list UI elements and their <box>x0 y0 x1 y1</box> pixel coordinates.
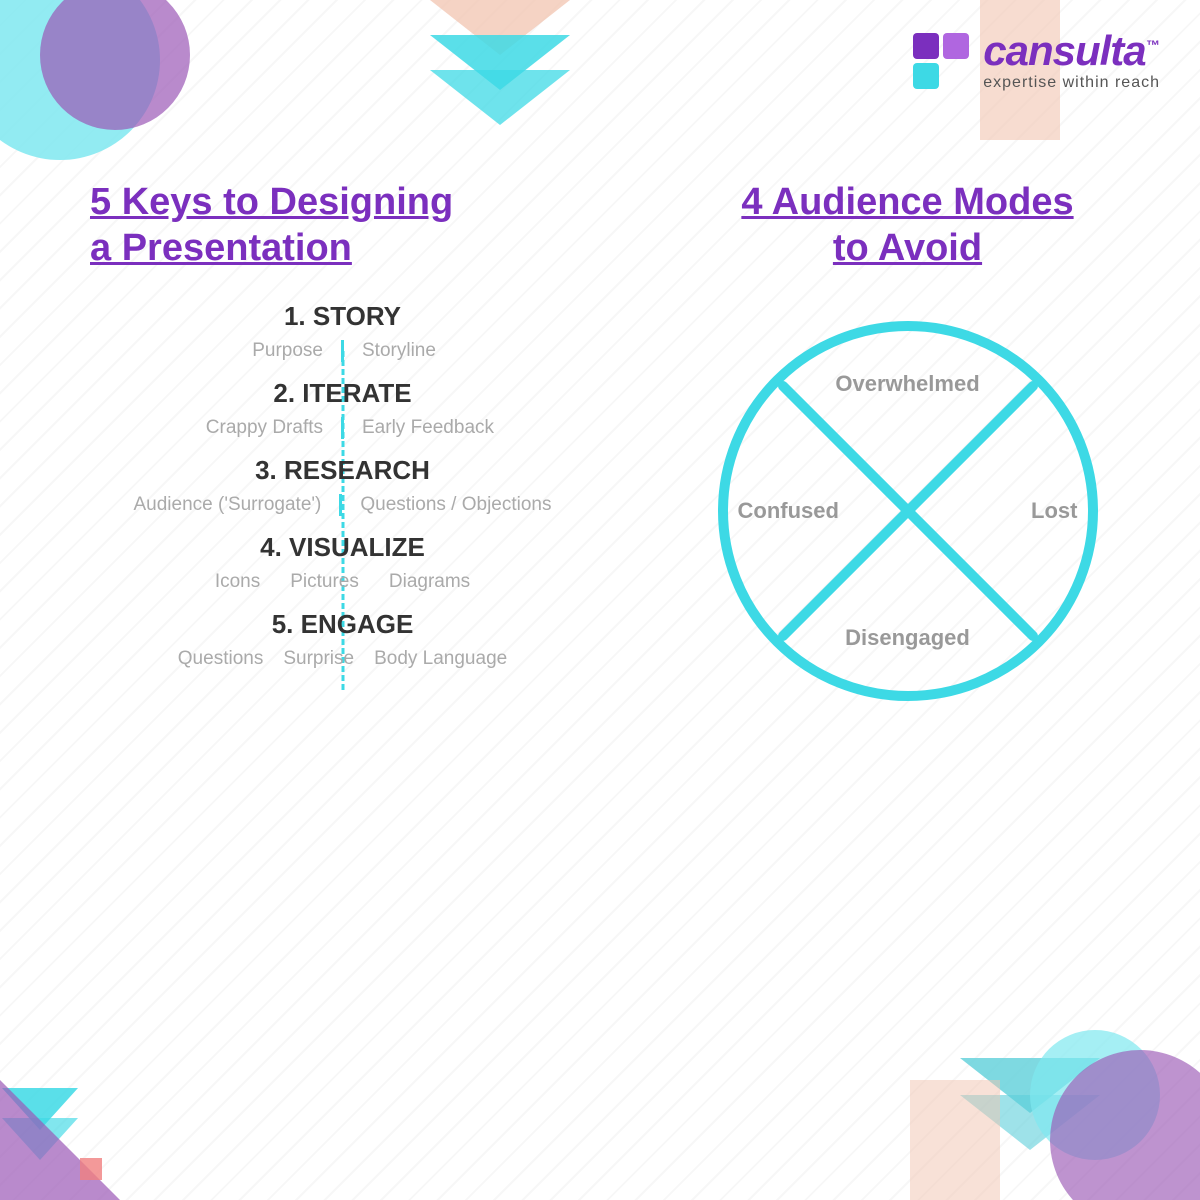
chevrons-bottom-left <box>0 1088 80 1160</box>
purple-circle-bottom-right <box>1050 1050 1200 1200</box>
key-item-4: 4. VISUALIZE Icons Pictures Diagrams <box>90 532 595 593</box>
right-title-line2: to Avoid <box>833 227 982 269</box>
key-5-title: 5. ENGAGE <box>90 609 595 640</box>
left-section-title: 5 Keys to Designing a Presentation <box>90 180 595 271</box>
logo-brand-name: cansulta™ <box>983 30 1160 72</box>
cyan-circle-bottom-right <box>1030 1030 1160 1160</box>
key-3-left: Audience ('Surrogate') <box>133 494 339 516</box>
circle-diagram: Overwhelmed Confused Lost Disengaged <box>718 321 1098 701</box>
key-3-sep <box>339 494 342 516</box>
key-4-icons: Icons <box>215 571 260 593</box>
mode-overwhelmed: Overwhelmed <box>835 371 979 397</box>
key-5-surprise: Surprise <box>283 648 354 670</box>
chevrons-top-center <box>420 0 580 125</box>
key-5-body-language: Body Language <box>374 648 507 670</box>
logo-sq-purple <box>913 33 939 59</box>
chevron-cyan-icon-2 <box>430 70 570 125</box>
key-4-sub: Icons Pictures Diagrams <box>90 571 595 593</box>
mode-lost: Lost <box>1031 498 1077 524</box>
mode-confused: Confused <box>738 498 839 524</box>
left-panel: 5 Keys to Designing a Presentation 1. ST… <box>0 180 615 701</box>
logo-sq-cyan <box>913 63 939 89</box>
key-1-title: 1. STORY <box>90 301 595 332</box>
key-item-2: 2. ITERATE Crappy Drafts Early Feedback <box>90 378 595 439</box>
logo-icon <box>913 33 969 89</box>
chevron-bl-cyan-1 <box>2 1088 78 1130</box>
key-2-title: 2. ITERATE <box>90 378 595 409</box>
key-2-right: Early Feedback <box>344 417 524 439</box>
chevron-bl-cyan-2 <box>2 1118 78 1160</box>
chevron-br-cyan-2 <box>960 1095 1100 1150</box>
key-item-5: 5. ENGAGE Questions Surprise Body Langua… <box>90 609 595 670</box>
logo-sq-light-purple <box>943 33 969 59</box>
logo-tm: ™ <box>1146 37 1159 53</box>
key-2-sub: Crappy Drafts Early Feedback <box>90 417 595 439</box>
logo-text-group: cansulta™ expertise within reach <box>983 30 1160 92</box>
chevron-peach-icon <box>430 0 570 55</box>
chevrons-bottom-right <box>960 1058 1100 1150</box>
pink-square-bottom-left <box>80 1158 102 1180</box>
key-5-sub: Questions Surprise Body Language <box>90 648 595 670</box>
key-3-right: Questions / Objections <box>342 494 551 516</box>
logo-tagline: expertise within reach <box>983 74 1160 92</box>
left-title-line2: a Presentation <box>90 227 352 269</box>
key-1-right: Storyline <box>344 340 524 362</box>
key-3-sub: Audience ('Surrogate') Questions / Objec… <box>90 494 595 516</box>
logo-sq-empty <box>943 63 969 89</box>
key-2-sep <box>341 417 344 439</box>
key-1-sub: Purpose Storyline <box>90 340 595 362</box>
chevron-br-cyan-1 <box>960 1058 1100 1113</box>
key-1-sep <box>341 340 344 362</box>
left-title-line1: 5 Keys to Designing <box>90 181 453 223</box>
key-4-pictures: Pictures <box>290 571 359 593</box>
right-title-line1: 4 Audience Modes <box>741 181 1073 223</box>
keys-list: 1. STORY Purpose Storyline 2. ITERATE Cr… <box>90 301 595 670</box>
key-1-left: Purpose <box>161 340 341 362</box>
logo-area: cansulta™ expertise within reach <box>913 30 1160 92</box>
key-4-diagrams: Diagrams <box>389 571 470 593</box>
key-3-title: 3. RESEARCH <box>90 455 595 486</box>
key-2-left: Crappy Drafts <box>161 417 341 439</box>
main-content: 5 Keys to Designing a Presentation 1. ST… <box>0 180 1200 701</box>
cyan-circle-top-left <box>0 0 160 160</box>
right-panel: 4 Audience Modes to Avoid Overwhelmed Co… <box>615 180 1200 701</box>
peach-rect-bottom-right <box>910 1080 1000 1200</box>
chevron-cyan-icon-1 <box>430 35 570 90</box>
key-5-questions: Questions <box>178 648 264 670</box>
purple-circle-top-left <box>40 0 190 130</box>
key-item-3: 3. RESEARCH Audience ('Surrogate') Quest… <box>90 455 595 516</box>
purple-triangle-bottom-left <box>0 1080 120 1200</box>
key-item-1: 1. STORY Purpose Storyline <box>90 301 595 362</box>
mode-disengaged: Disengaged <box>845 625 970 651</box>
right-section-title: 4 Audience Modes to Avoid <box>741 180 1073 271</box>
key-4-title: 4. VISUALIZE <box>90 532 595 563</box>
logo-brand-text: cansulta <box>983 27 1145 74</box>
